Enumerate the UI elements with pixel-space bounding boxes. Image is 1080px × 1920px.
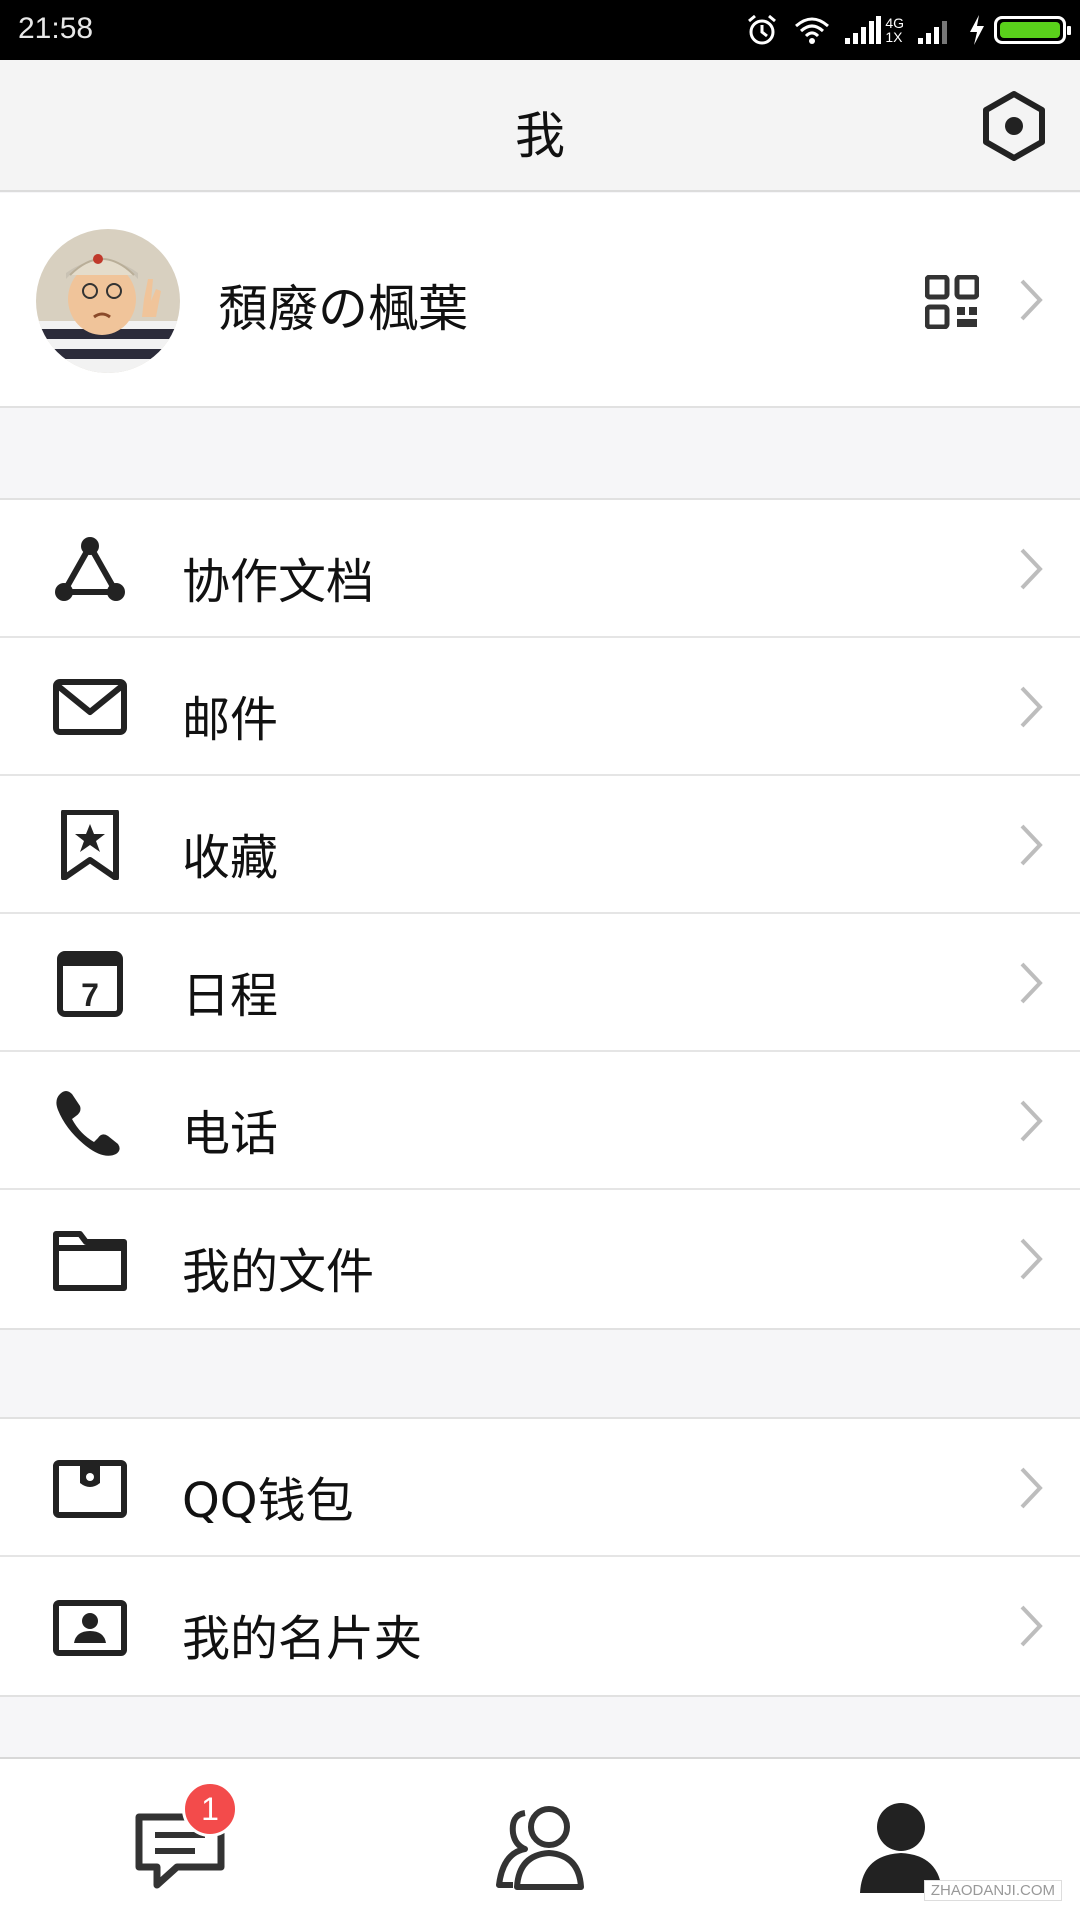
settings-hexagon-icon[interactable] — [978, 90, 1050, 162]
chevron-right-icon — [1020, 548, 1043, 590]
menu-item-collab-docs[interactable]: 协作文档 — [0, 500, 1080, 638]
chevron-right-icon — [1020, 279, 1043, 321]
charging-icon — [970, 15, 984, 45]
menu-group-1: 协作文档 邮件 收藏 7 日程 电话 我的文件 — [0, 498, 1080, 1330]
status-bar: 21:58 4G 1X — [0, 0, 1080, 60]
menu-item-card-holder[interactable]: 我的名片夹 — [0, 1557, 1080, 1695]
business-card-icon — [53, 1600, 127, 1656]
calendar-day: 7 — [81, 977, 99, 1013]
chevron-right-icon — [1020, 686, 1043, 728]
menu-item-label: 日程 — [182, 968, 279, 1024]
avatar[interactable] — [36, 229, 180, 373]
folder-icon — [53, 1231, 127, 1291]
bookmark-star-icon — [61, 810, 119, 880]
chevron-right-icon — [1020, 1605, 1043, 1647]
network-type: 4G 1X — [885, 16, 904, 44]
unread-badge: 1 — [182, 1781, 238, 1837]
menu-item-my-files[interactable]: 我的文件 — [0, 1190, 1080, 1328]
watermark: ZHAODANJI.COM — [923, 1880, 1062, 1901]
avatar-image — [36, 229, 180, 373]
menu-item-schedule[interactable]: 7 日程 — [0, 914, 1080, 1052]
status-icons: 4G 1X — [731, 10, 1071, 50]
menu-item-favorites[interactable]: 收藏 — [0, 776, 1080, 914]
qr-code-icon[interactable] — [925, 275, 979, 329]
contacts-icon[interactable] — [487, 1797, 597, 1897]
chevron-right-icon — [1020, 1467, 1043, 1509]
profile-card[interactable]: 頹廢の楓葉 — [0, 193, 1080, 408]
menu-item-label: 协作文档 — [182, 554, 375, 610]
wallet-icon — [53, 1460, 127, 1518]
calendar-icon: 7 — [57, 951, 123, 1017]
menu-item-phone[interactable]: 电话 — [0, 1052, 1080, 1190]
menu-item-label: 电话 — [182, 1106, 279, 1162]
app-root: 21:58 4G 1X 我 頹廢の楓葉 协作文档 邮件 收藏 7 日程 电话 我… — [0, 0, 1080, 1920]
chevron-right-icon — [1020, 1238, 1043, 1280]
menu-item-label: 收藏 — [182, 830, 279, 886]
phone-icon — [56, 1091, 120, 1156]
menu-item-label: 邮件 — [182, 692, 279, 748]
menu-item-label: QQ钱包 — [182, 1473, 354, 1529]
battery-fill — [1000, 22, 1060, 38]
alarm-icon — [748, 14, 777, 45]
mail-icon — [53, 679, 127, 735]
menu-item-qq-wallet[interactable]: QQ钱包 — [0, 1419, 1080, 1557]
chevron-right-icon — [1020, 1100, 1043, 1142]
signal-icon — [845, 16, 882, 44]
network-type-top: 4G — [885, 15, 904, 31]
page-title: 我 — [515, 107, 565, 165]
chevron-right-icon — [1020, 824, 1043, 866]
menu-group-2: QQ钱包 我的名片夹 — [0, 1417, 1080, 1697]
network-type-bottom: 1X — [885, 29, 903, 45]
chevron-right-icon — [1020, 962, 1043, 1004]
bottom-tab-bar: 1 — [0, 1757, 1080, 1920]
share-triangle-icon — [55, 537, 125, 601]
battery-icon — [994, 16, 1071, 44]
menu-item-label: 我的文件 — [182, 1244, 375, 1300]
header: 我 — [0, 60, 1080, 192]
status-time: 21:58 — [18, 12, 94, 45]
menu-item-label: 我的名片夹 — [182, 1611, 423, 1667]
wifi-icon — [795, 17, 830, 44]
signal-icon-2 — [918, 21, 947, 44]
profile-name: 頹廢の楓葉 — [218, 280, 468, 338]
menu-item-mail[interactable]: 邮件 — [0, 638, 1080, 776]
